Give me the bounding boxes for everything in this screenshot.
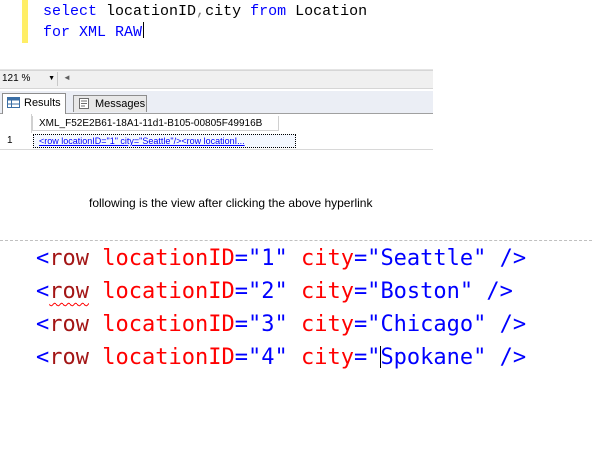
tab-messages-label: Messages [95, 98, 146, 110]
column-text: locationID [97, 3, 197, 20]
xml-line: <row locationID="4" city="Spokane" /> [36, 342, 526, 374]
xml-eq: =" [234, 246, 262, 271]
xml-attr: locationID [102, 312, 235, 337]
zoom-bar: 121 % ▼ ◄ [0, 70, 433, 89]
change-marker-bar [22, 0, 28, 43]
xml-quote: " [274, 279, 288, 304]
zoom-dropdown[interactable]: 121 % ▼ [2, 72, 58, 86]
xml-quote: " [459, 279, 474, 304]
xml-bracket: /> [486, 279, 513, 304]
caption-text: following is the view after clicking the… [89, 196, 373, 210]
xml-value: Seattle [380, 246, 474, 271]
keyword-for: for [43, 24, 71, 41]
row-number: 1 [7, 135, 13, 146]
xml-bracket: < [36, 345, 50, 370]
comma-operator: , [196, 3, 206, 20]
xml-tag: row [49, 246, 89, 271]
xml-eq: =" [353, 345, 381, 370]
xml-tag: row [49, 312, 89, 337]
xml-tag: row [49, 279, 89, 304]
xml-attr: locationID [102, 345, 235, 370]
column-header[interactable]: XML_F52E2B61-18A1-11d1-B105-00805F49916B [32, 116, 279, 131]
keyword-select: select [43, 3, 98, 20]
space-text [70, 24, 79, 41]
xml-attr: city [300, 345, 354, 370]
messages-icon [79, 98, 89, 109]
xml-value: Boston [380, 279, 460, 304]
xml-value: Spokane [380, 345, 474, 370]
xml-eq: =" [234, 279, 262, 304]
xml-attr: locationID [102, 246, 235, 271]
scroll-left-icon[interactable]: ◄ [63, 73, 71, 82]
query-editor[interactable]: select locationID,city from Location for… [0, 0, 433, 45]
table-text: Location [286, 3, 368, 20]
zoom-value: 121 % [2, 73, 31, 84]
xml-eq: =" [353, 279, 381, 304]
keyword-from: from [250, 3, 287, 20]
xml-line: <row locationID="3" city="Chicago" /> [36, 309, 526, 341]
xml-viewer[interactable]: <row locationID="1" city="Seattle" /> <r… [0, 240, 592, 455]
xml-attr: locationID [102, 279, 235, 304]
keyword-xml-raw: XML RAW [79, 24, 143, 41]
xml-bracket: /> [499, 345, 527, 370]
xml-value: Chicago [380, 312, 474, 337]
xml-quote: " [274, 246, 288, 271]
xml-attr: city [300, 246, 354, 271]
xml-bracket: < [36, 246, 50, 271]
xml-value: 3 [261, 312, 275, 337]
xml-eq: =" [353, 312, 381, 337]
xml-attr: city [300, 312, 354, 337]
xml-line: <row locationID="1" city="Seattle" /> [36, 243, 526, 275]
editor-blank-area[interactable] [0, 45, 433, 70]
tab-results[interactable]: Results [2, 93, 66, 114]
xml-value: 4 [261, 345, 275, 370]
xml-eq: =" [353, 246, 381, 271]
xml-bracket: /> [499, 312, 527, 337]
tab-messages[interactable]: Messages [73, 95, 147, 112]
xml-eq: =" [234, 312, 262, 337]
xml-quote: " [473, 345, 487, 370]
chevron-down-icon[interactable]: ▼ [48, 72, 55, 86]
xml-bracket: < [36, 312, 50, 337]
xml-quote: " [473, 246, 487, 271]
xml-line: <row locationID="2" city="Boston" /> [36, 276, 513, 308]
column-text: city [205, 3, 251, 20]
xml-bracket: /> [499, 246, 527, 271]
xml-result-link[interactable]: <row locationID="1" city="Seattle"/><row… [33, 134, 296, 148]
xml-value: 1 [261, 246, 275, 271]
xml-quote: " [274, 312, 288, 337]
xml-attr: city [300, 279, 354, 304]
xml-quote: " [274, 345, 288, 370]
xml-quote: " [473, 312, 487, 337]
results-grid: XML_F52E2B61-18A1-11d1-B105-00805F49916B… [0, 114, 433, 168]
grid-corner [0, 114, 32, 133]
xml-eq: =" [234, 345, 262, 370]
grid-icon [7, 97, 20, 108]
tab-results-label: Results [24, 97, 61, 109]
xml-tag: row [49, 345, 89, 370]
results-tab-bar: Results Messages [0, 91, 433, 114]
xml-bracket: < [36, 279, 50, 304]
sql-code[interactable]: select locationID,city from Location for… [43, 2, 367, 43]
text-caret [143, 22, 145, 38]
xml-value: 2 [261, 279, 275, 304]
